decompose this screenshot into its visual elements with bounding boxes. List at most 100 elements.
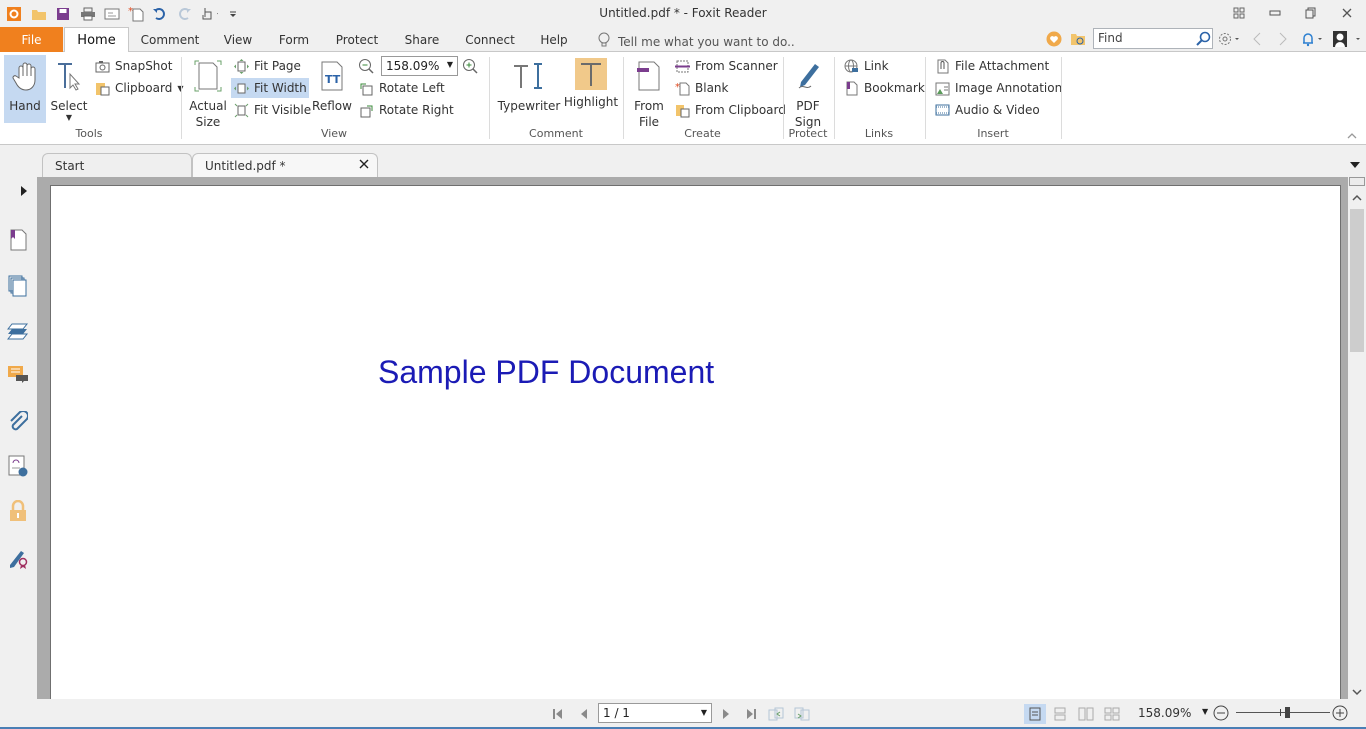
find-search-icon[interactable] [1195, 31, 1211, 50]
tab-connect[interactable]: Connect [462, 27, 518, 52]
clipboard-button[interactable]: Clipboard ▼ [92, 78, 186, 98]
tab-help[interactable]: Help [537, 27, 571, 52]
facing-view-icon[interactable] [1077, 705, 1095, 723]
fit-page-button[interactable]: Fit Page [231, 56, 304, 76]
select-button[interactable]: Select ▼ [49, 55, 89, 122]
create-group-label: Create [684, 127, 721, 140]
continuous-view-icon[interactable] [1051, 705, 1069, 723]
close-button[interactable] [1337, 4, 1357, 22]
zoom-select[interactable]: 158.09% ▼ [381, 56, 458, 76]
user-account-icon[interactable] [1332, 30, 1364, 51]
notification-bell-icon[interactable] [1300, 31, 1324, 50]
tab-file[interactable]: File [0, 27, 63, 52]
security-panel-icon[interactable] [6, 499, 30, 523]
fit-page-icon [234, 58, 249, 74]
from-scanner-button[interactable]: From Scanner [672, 56, 781, 76]
blank-button[interactable]: * Blank [672, 78, 731, 98]
layers-panel-icon[interactable] [6, 319, 30, 343]
attachments-panel-icon[interactable] [6, 410, 30, 434]
view-group-label: View [320, 127, 348, 140]
fit-width-button[interactable]: Fit Width [231, 78, 309, 98]
zoom-in-icon[interactable] [462, 58, 478, 77]
single-page-view-icon[interactable] [1024, 704, 1046, 724]
tab-view[interactable]: View [218, 27, 258, 52]
previous-view-page-icon[interactable] [767, 705, 785, 723]
pdf-sign-button[interactable]: PDF Sign [789, 55, 827, 130]
audio-video-button[interactable]: Audio & Video [932, 100, 1043, 120]
last-page-icon[interactable] [742, 705, 760, 723]
scrollbar-split-box[interactable] [1349, 177, 1365, 186]
expand-panel-icon[interactable] [21, 185, 27, 199]
collapse-ribbon-icon[interactable] [1347, 129, 1357, 143]
page-dropdown-icon: ▼ [700, 708, 707, 717]
scroll-up-icon[interactable] [1352, 191, 1362, 205]
comments-panel-icon[interactable] [6, 363, 30, 387]
tab-start[interactable]: Start [42, 153, 192, 177]
zoom-level-dropdown-icon[interactable]: ▼ [1202, 707, 1208, 716]
tab-comment[interactable]: Comment [134, 27, 206, 52]
file-attachment-button[interactable]: File Attachment [932, 56, 1052, 76]
pages-panel-icon[interactable] [6, 274, 30, 298]
page-number-value: 1 / 1 [603, 706, 630, 720]
from-clipboard-button[interactable]: From Clipboard [672, 100, 789, 120]
actual-size-button[interactable]: Actual Size [187, 55, 229, 130]
tab-form[interactable]: Form [274, 27, 314, 52]
rotate-right-icon [359, 103, 374, 118]
fit-visible-button[interactable]: Fit Visible [231, 100, 314, 120]
settings-gear-icon[interactable] [1217, 31, 1241, 50]
digital-id-panel-icon[interactable] [6, 546, 30, 570]
typewriter-button[interactable]: Typewriter [497, 55, 561, 114]
first-page-icon[interactable] [550, 705, 568, 723]
hand-button[interactable]: Hand [4, 55, 46, 123]
tell-me-search[interactable]: Tell me what you want to do.. [598, 32, 795, 51]
zoom-out-icon[interactable] [358, 58, 374, 77]
group-divider [925, 57, 926, 139]
signatures-panel-icon[interactable] [6, 454, 30, 478]
zoom-out-circle-icon[interactable] [1213, 705, 1229, 724]
next-view-icon[interactable] [1278, 31, 1288, 50]
snapshot-button[interactable]: SnapShot [92, 56, 175, 76]
rotate-left-icon [359, 81, 374, 96]
minimize-button[interactable] [1265, 4, 1285, 22]
fullscreen-icon[interactable] [1229, 4, 1249, 22]
scrollbar-thumb[interactable] [1350, 209, 1364, 352]
tab-untitled-pdf[interactable]: Untitled.pdf * [192, 153, 378, 177]
bookmark-label: Bookmark [864, 81, 925, 95]
favorite-icon[interactable] [1046, 31, 1062, 50]
link-button[interactable]: Link [841, 56, 892, 76]
next-page-icon[interactable] [717, 705, 735, 723]
pdf-page[interactable]: Sample PDF Document [50, 185, 1341, 705]
vertical-scrollbar[interactable] [1348, 177, 1366, 699]
image-annotation-button[interactable]: Image Annotation [932, 78, 1065, 98]
reflow-button[interactable]: TT Reflow [311, 55, 353, 114]
zoom-in-circle-icon[interactable] [1332, 705, 1348, 724]
tell-me-placeholder: Tell me what you want to do.. [618, 34, 795, 49]
audio-video-label: Audio & Video [955, 103, 1040, 117]
page-number-input[interactable]: 1 / 1 ▼ [598, 703, 712, 723]
bookmarks-panel-icon[interactable] [6, 228, 30, 252]
document-tab-strip: Start Untitled.pdf * [0, 145, 1366, 177]
next-view-page-icon[interactable] [793, 705, 811, 723]
highlight-button[interactable]: Highlight [564, 55, 618, 110]
bookmark-button[interactable]: Bookmark [841, 78, 928, 98]
previous-view-icon[interactable] [1252, 31, 1262, 50]
scroll-down-icon[interactable] [1352, 685, 1362, 699]
search-folder-icon[interactable] [1070, 31, 1086, 50]
tab-home[interactable]: Home [64, 27, 129, 53]
tab-protect[interactable]: Protect [330, 27, 384, 52]
tab-share[interactable]: Share [400, 27, 444, 52]
rotate-right-button[interactable]: Rotate Right [356, 100, 457, 120]
previous-page-icon[interactable] [575, 705, 593, 723]
restore-button[interactable] [1301, 4, 1321, 22]
close-tab-icon[interactable] [359, 158, 369, 172]
zoom-slider-thumb[interactable] [1285, 707, 1290, 718]
pdf-sign-label-1: PDF [796, 99, 820, 113]
tab-list-dropdown-icon[interactable] [1350, 158, 1360, 172]
zoom-level-readout[interactable]: 158.09% [1138, 706, 1191, 720]
clipboard-icon [95, 81, 110, 96]
rotate-left-button[interactable]: Rotate Left [356, 78, 448, 98]
continuous-facing-view-icon[interactable] [1103, 705, 1121, 723]
zoom-slider[interactable] [1236, 707, 1330, 718]
status-bar: 1 / 1 ▼ 158.09% ▼ [0, 699, 1366, 729]
from-file-button[interactable]: From File [630, 55, 668, 130]
